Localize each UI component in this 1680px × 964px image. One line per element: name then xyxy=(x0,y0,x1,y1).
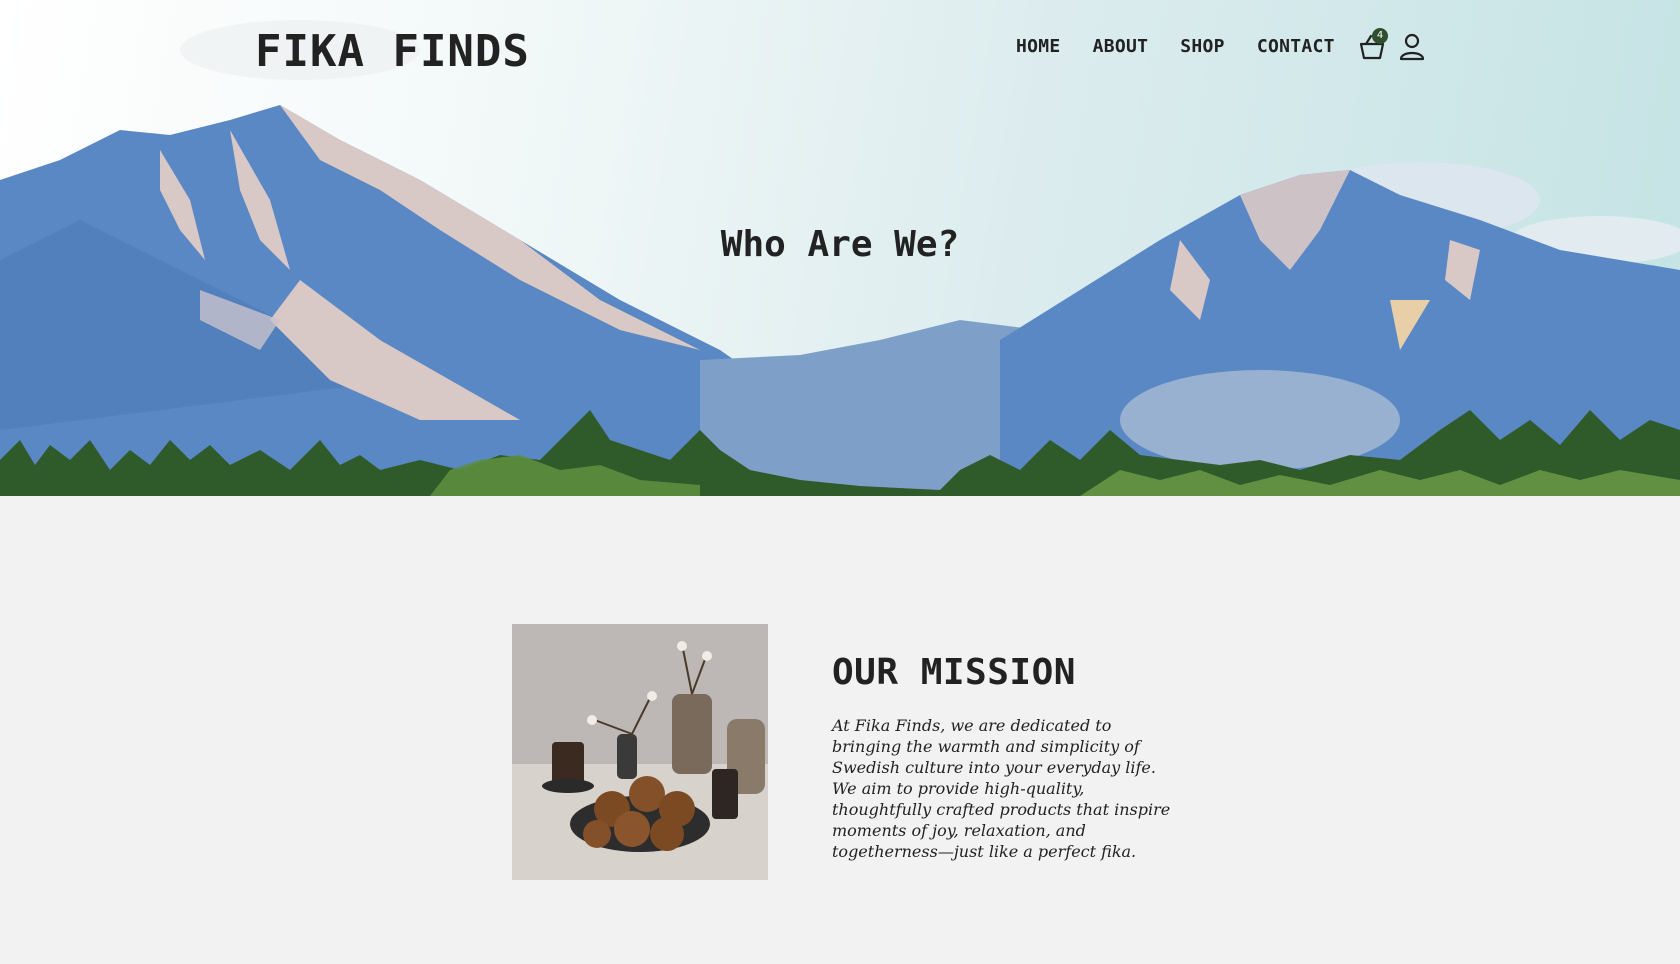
nav-link-shop[interactable]: SHOP xyxy=(1180,36,1225,57)
nav-links: HOME ABOUT SHOP CONTACT xyxy=(1016,36,1335,57)
brand-logo[interactable]: FIKA FINDS xyxy=(255,26,530,77)
hero-banner: FIKA FINDS HOME ABOUT SHOP CONTACT 4 Who… xyxy=(0,0,1680,496)
top-navbar: FIKA FINDS HOME ABOUT SHOP CONTACT 4 xyxy=(0,0,1680,100)
nav-link-about[interactable]: ABOUT xyxy=(1093,36,1149,57)
mission-section: OUR MISSION At Fika Finds, we are dedica… xyxy=(512,624,1212,880)
user-icon xyxy=(1399,33,1425,61)
cart-button[interactable]: 4 xyxy=(1358,28,1388,64)
fika-table-photo xyxy=(512,624,768,880)
hero-title: Who Are We? xyxy=(720,224,960,265)
cart-count-badge: 4 xyxy=(1372,28,1388,44)
mission-text-block: OUR MISSION At Fika Finds, we are dedica… xyxy=(832,652,1192,862)
account-button[interactable] xyxy=(1398,32,1426,62)
nav-link-home[interactable]: HOME xyxy=(1016,36,1061,57)
fika-table-image xyxy=(512,624,768,880)
mission-heading: OUR MISSION xyxy=(832,652,1076,693)
nav-link-contact[interactable]: CONTACT xyxy=(1257,36,1335,57)
mission-body: At Fika Finds, we are dedicated to bring… xyxy=(832,716,1171,861)
